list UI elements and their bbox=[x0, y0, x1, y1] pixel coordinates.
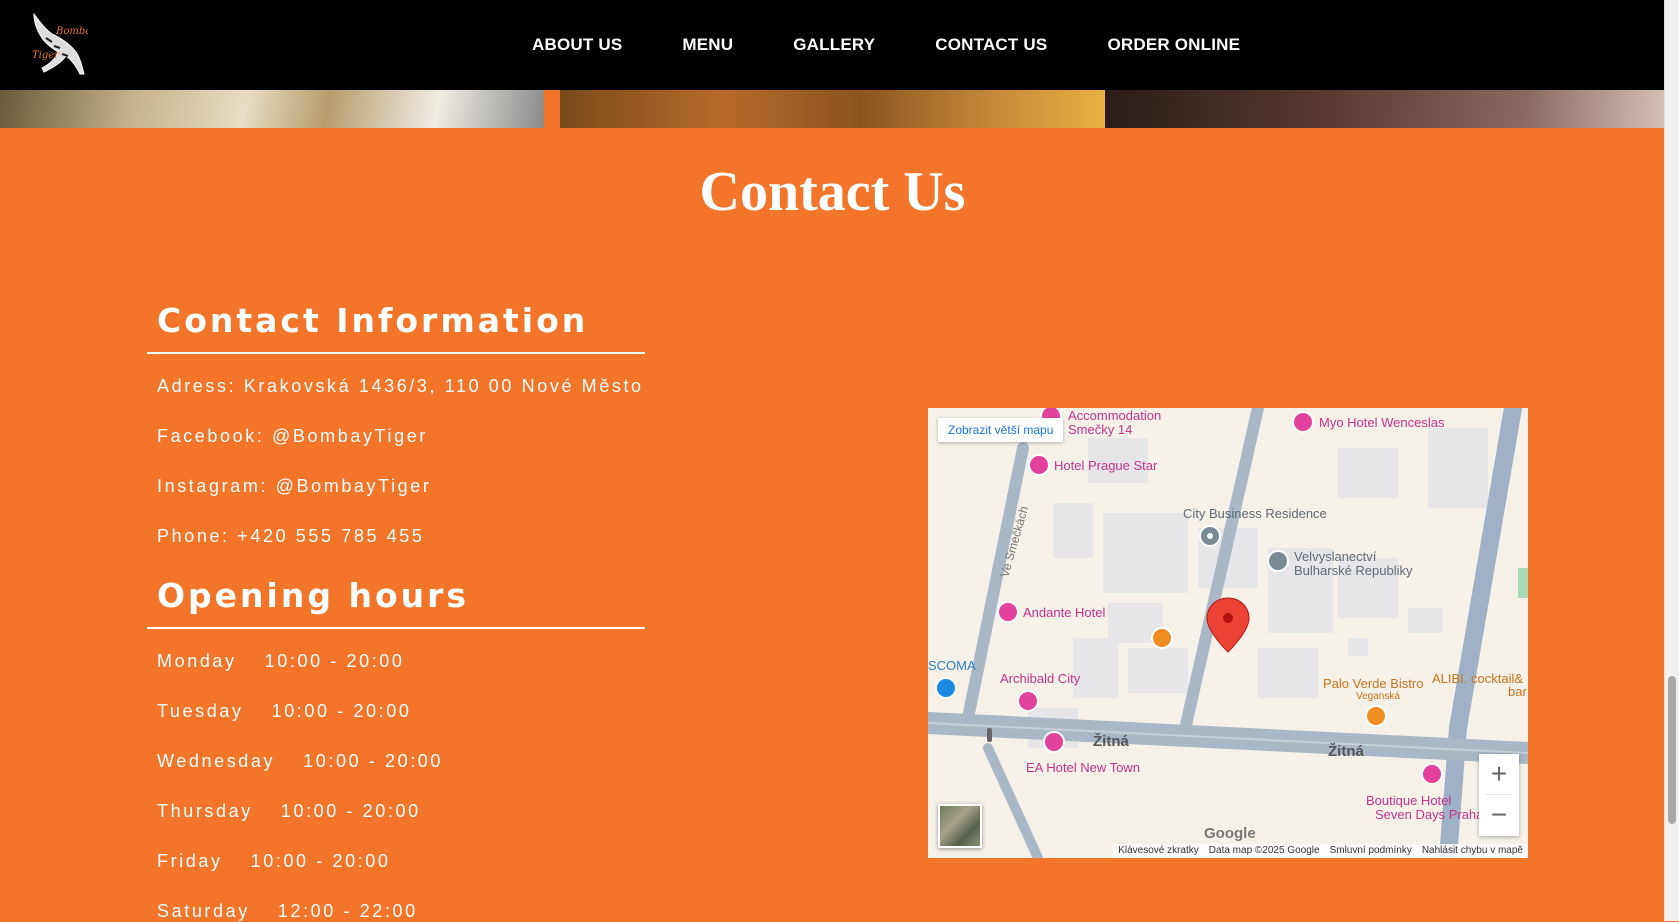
main-nav: ABOUT US MENU GALLERY CONTACT US ORDER O… bbox=[532, 0, 1240, 90]
hours-day: Monday bbox=[157, 651, 237, 671]
hours-day: Friday bbox=[157, 851, 223, 871]
hours-day: Wednesday bbox=[157, 751, 276, 771]
view-larger-map-link[interactable]: Zobrazit větší mapu bbox=[938, 418, 1064, 442]
facebook-link[interactable]: Facebook: @BombayTiger bbox=[157, 426, 428, 447]
page-scrollbar[interactable] bbox=[1664, 0, 1679, 921]
hours-day: Saturday bbox=[157, 901, 250, 921]
logo-word-1: Bombay bbox=[55, 26, 88, 37]
logo-word-2: Tiger bbox=[32, 50, 60, 61]
report-error-link[interactable]: Nahlásit chybu v mapě bbox=[1417, 844, 1528, 858]
map-data-credit: Data map ©2025 Google bbox=[1208, 845, 1320, 856]
opening-hours-heading: Opening hours bbox=[157, 576, 470, 615]
map-label-scoma: SCOMA bbox=[928, 658, 976, 673]
zoom-in-button[interactable]: + bbox=[1479, 754, 1519, 794]
map-label-prague-star: Hotel Prague Star bbox=[1054, 458, 1158, 473]
hours-row-tuesday: Tuesday 10:00 - 20:00 bbox=[157, 701, 411, 722]
nav-about-us[interactable]: ABOUT US bbox=[532, 35, 622, 55]
map-label-myo-hotel: Myo Hotel Wenceslas bbox=[1319, 415, 1445, 430]
address-text: Adress: Krakovská 1436/3, 110 00 Nové Mě… bbox=[157, 376, 644, 396]
scrollbar-thumb[interactable] bbox=[1668, 676, 1676, 824]
map-label-boutique: Boutique Hotel bbox=[1366, 793, 1451, 808]
hours-row-thursday: Thursday 10:00 - 20:00 bbox=[157, 801, 421, 822]
phone-text: Phone: +420 555 785 455 bbox=[157, 526, 425, 546]
map-label-palo-verde-sub: Veganská bbox=[1356, 691, 1400, 702]
hours-time: 10:00 - 20:00 bbox=[303, 751, 444, 771]
contact-info-heading: Contact Information bbox=[157, 301, 589, 340]
map-canvas[interactable]: Accommodation Smečky 14 Myo Hotel Wences… bbox=[928, 408, 1528, 858]
map-label-boutique-2: Seven Days Praha bbox=[1375, 807, 1484, 822]
page-title: Contact Us bbox=[699, 161, 966, 223]
hours-time: 12:00 - 22:00 bbox=[277, 901, 418, 921]
satellite-layer-toggle[interactable] bbox=[938, 804, 982, 848]
hours-row-friday: Friday 10:00 - 20:00 bbox=[157, 851, 391, 872]
google-logo: Google bbox=[1204, 825, 1256, 842]
hours-row-wednesday: Wednesday 10:00 - 20:00 bbox=[157, 751, 443, 772]
hours-day: Thursday bbox=[157, 801, 253, 821]
hours-time: 10:00 - 20:00 bbox=[264, 651, 405, 671]
map-zoom-control: + − bbox=[1479, 754, 1519, 836]
hours-divider bbox=[147, 627, 645, 629]
map-label-embassy-2: Bulharské Republiky bbox=[1294, 563, 1413, 578]
nav-order-online[interactable]: ORDER ONLINE bbox=[1107, 35, 1240, 55]
hours-day: Tuesday bbox=[157, 701, 244, 721]
map-label-archibald: Archibald City bbox=[1000, 671, 1081, 686]
map-label-ea-hotel: EA Hotel New Town bbox=[1026, 760, 1140, 775]
map-label-embassy: Velvyslanectví bbox=[1294, 549, 1377, 564]
zoom-out-button[interactable]: − bbox=[1479, 795, 1519, 835]
nav-menu[interactable]: MENU bbox=[682, 35, 733, 55]
gallery-photo-2 bbox=[560, 90, 1105, 128]
top-nav-bar: Bombay Tiger ABOUT US MENU GALLERY CONTA… bbox=[0, 0, 1665, 90]
gallery-photo-1 bbox=[0, 90, 544, 128]
hours-row-saturday: Saturday 12:00 - 22:00 bbox=[157, 901, 418, 922]
map-label-accommodation-2: Smečky 14 bbox=[1068, 422, 1132, 437]
map-label-zitna-2: Žitná bbox=[1328, 742, 1364, 760]
contact-divider bbox=[147, 352, 645, 354]
nav-contact-us[interactable]: CONTACT US bbox=[935, 35, 1047, 55]
hours-time: 10:00 - 20:00 bbox=[250, 851, 391, 871]
nav-gallery[interactable]: GALLERY bbox=[793, 35, 875, 55]
hours-time: 10:00 - 20:00 bbox=[271, 701, 412, 721]
map-label-alibi-2: bar bbox=[1508, 684, 1527, 699]
map-label-zitna: Žitná bbox=[1093, 732, 1129, 750]
google-map[interactable]: Accommodation Smečky 14 Myo Hotel Wences… bbox=[928, 408, 1528, 858]
gallery-photo-3 bbox=[1105, 90, 1665, 128]
bombay-tiger-logo[interactable]: Bombay Tiger bbox=[26, 8, 88, 78]
terms-link[interactable]: Smluvní podmínky bbox=[1325, 844, 1417, 858]
map-label-accommodation: Accommodation bbox=[1068, 408, 1161, 423]
hours-row-monday: Monday 10:00 - 20:00 bbox=[157, 651, 405, 672]
map-label-city-business: City Business Residence bbox=[1183, 506, 1327, 521]
hours-time: 10:00 - 20:00 bbox=[280, 801, 421, 821]
keyboard-shortcuts-link[interactable]: Klávesové zkratky bbox=[1113, 844, 1204, 858]
map-footer: Klávesové zkratky Data map ©2025 Google … bbox=[1113, 844, 1528, 858]
map-label-andante: Andante Hotel bbox=[1023, 605, 1106, 620]
instagram-link[interactable]: Instagram: @BombayTiger bbox=[157, 476, 431, 497]
map-label-palo-verde: Palo Verde Bistro bbox=[1323, 676, 1423, 691]
